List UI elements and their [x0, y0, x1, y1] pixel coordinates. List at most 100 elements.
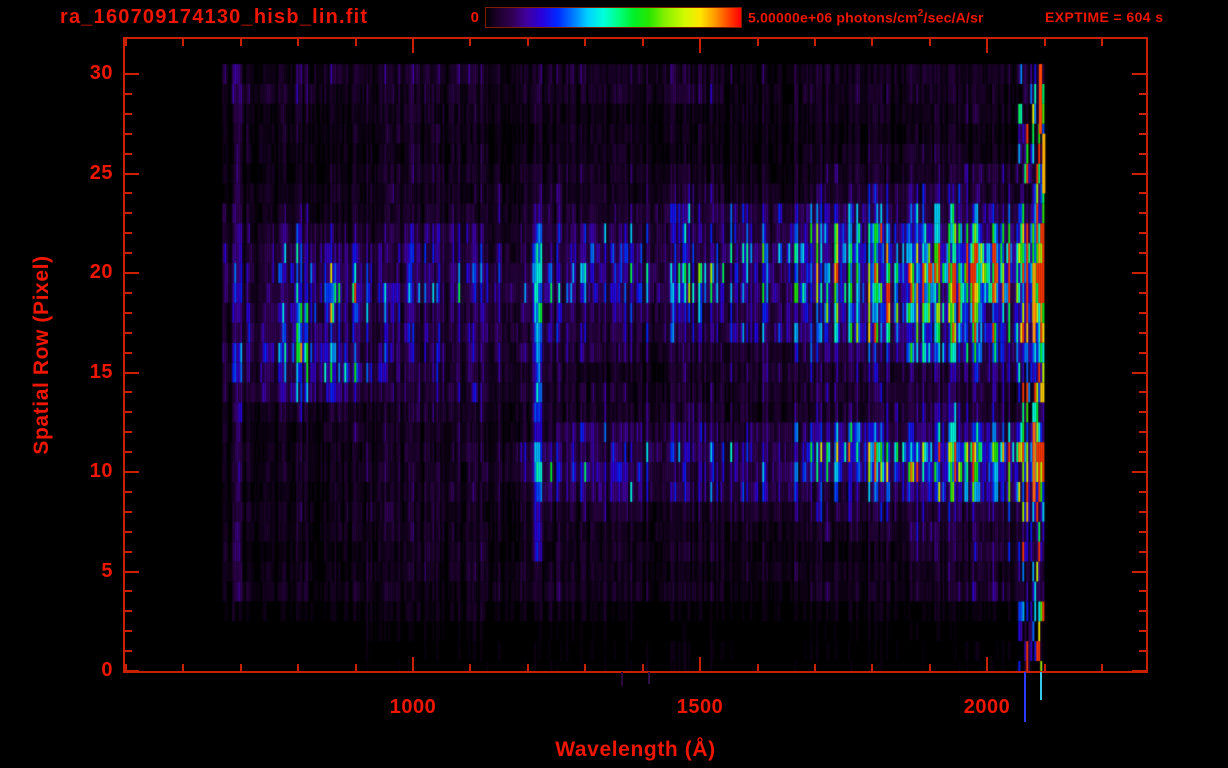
x-axis-tick-top	[469, 39, 471, 46]
x-axis-tick-top	[1044, 39, 1046, 46]
y-axis-tick-left	[125, 113, 132, 115]
y-axis-tick-right	[1132, 173, 1146, 175]
y-axis-tick-left	[125, 630, 132, 632]
y-axis-tick-left	[125, 451, 132, 453]
y-axis-tick-right	[1139, 232, 1146, 234]
y-axis-tick-left	[125, 431, 132, 433]
y-axis-tick-right	[1139, 133, 1146, 135]
x-axis-tick-label: 1500	[676, 696, 724, 718]
y-axis-tick-right	[1139, 610, 1146, 612]
y-axis-tick-left	[125, 73, 139, 75]
overplot-line	[648, 672, 650, 684]
y-axis-tick-right	[1132, 670, 1146, 672]
x-axis-tick-bottom	[182, 664, 184, 671]
y-axis-tick-left	[125, 153, 132, 155]
y-axis-tick-left	[125, 590, 132, 592]
overplot-line	[1024, 672, 1026, 722]
plot-frame-right	[1146, 37, 1148, 673]
x-axis-tick-bottom	[871, 664, 873, 671]
y-axis-tick-left	[125, 332, 132, 334]
x-axis-tick-top	[412, 39, 414, 53]
x-axis-tick-bottom	[1101, 664, 1103, 671]
y-axis-tick-right	[1139, 113, 1146, 115]
x-axis-tick-label: 1000	[389, 696, 437, 718]
y-axis-tick-left	[125, 531, 132, 533]
y-axis-tick-right	[1139, 531, 1146, 533]
x-axis-tick-bottom	[297, 664, 299, 671]
x-axis-tick-top	[814, 39, 816, 46]
y-axis-tick-left	[125, 232, 132, 234]
y-axis-tick-label: 10	[89, 460, 113, 482]
x-axis-tick-bottom	[412, 657, 414, 671]
x-axis-tick-top	[125, 39, 127, 46]
x-axis-title: Wavelength (Å)	[555, 738, 716, 761]
x-axis-tick-bottom	[1044, 664, 1046, 671]
overplot-line	[1040, 672, 1042, 700]
x-axis-tick-bottom	[355, 664, 357, 671]
y-axis-tick-left	[125, 133, 132, 135]
y-axis-tick-left	[125, 670, 139, 672]
y-axis-tick-right	[1139, 153, 1146, 155]
y-axis-tick-left	[125, 173, 139, 175]
x-axis-tick-top	[182, 39, 184, 46]
colorbar-min-label: 0	[470, 9, 479, 26]
y-axis-tick-right	[1132, 471, 1146, 473]
y-axis-tick-left	[125, 292, 132, 294]
x-axis-tick-top	[355, 39, 357, 46]
x-axis-tick-top	[871, 39, 873, 46]
y-axis-tick-right	[1139, 511, 1146, 513]
x-axis-tick-top	[527, 39, 529, 46]
x-axis-tick-bottom	[814, 664, 816, 671]
fits-filename-title: ra_160709174130_hisb_lin.fit	[60, 6, 369, 28]
x-axis-tick-label: 2000	[963, 696, 1011, 718]
y-axis-tick-right	[1139, 491, 1146, 493]
x-axis-tick-bottom	[757, 664, 759, 671]
y-axis-tick-left	[125, 650, 132, 652]
y-axis-tick-left	[125, 192, 132, 194]
y-axis-tick-right	[1139, 93, 1146, 95]
y-axis-tick-left	[125, 610, 132, 612]
x-axis-tick-bottom	[469, 664, 471, 671]
y-axis-tick-right	[1139, 411, 1146, 413]
x-axis-tick-top	[1101, 39, 1103, 46]
x-axis-tick-bottom	[986, 657, 988, 671]
colorbar-max-value: 5.00000e+06	[748, 9, 833, 26]
y-axis-tick-right	[1139, 292, 1146, 294]
y-axis-tick-left	[125, 471, 139, 473]
x-axis-tick-bottom	[929, 664, 931, 671]
y-axis-tick-label: 0	[101, 659, 113, 681]
y-axis-tick-right	[1139, 391, 1146, 393]
y-axis-tick-left	[125, 571, 139, 573]
x-axis-tick-bottom	[642, 664, 644, 671]
y-axis-tick-right	[1139, 332, 1146, 334]
y-axis-tick-right	[1132, 571, 1146, 573]
plot-frame-bottom	[123, 671, 1148, 673]
x-axis-tick-top	[986, 39, 988, 53]
colorbar-units-prefix: photons/cm	[832, 9, 918, 26]
y-axis-tick-left	[125, 252, 132, 254]
y-axis-tick-right	[1139, 431, 1146, 433]
y-axis-tick-left	[125, 551, 132, 553]
spectrogram-heatmap	[125, 39, 1146, 672]
colorbar-gradient	[485, 7, 742, 28]
y-axis-tick-left	[125, 312, 132, 314]
y-axis-tick-right	[1139, 192, 1146, 194]
y-axis-tick-label: 5	[101, 560, 113, 582]
y-axis-tick-right	[1139, 312, 1146, 314]
x-axis-tick-top	[240, 39, 242, 46]
y-axis-title: Spatial Row (Pixel)	[30, 255, 53, 455]
x-axis-tick-bottom	[584, 664, 586, 671]
y-axis-tick-right	[1132, 73, 1146, 75]
y-axis-tick-left	[125, 411, 132, 413]
x-axis-tick-top	[699, 39, 701, 53]
spectrogram-viewer: ra_160709174130_hisb_lin.fit 0 5.00000e+…	[0, 0, 1228, 768]
colorbar-max-label: 5.00000e+06 photons/cm2/sec/A/sr	[748, 8, 984, 26]
y-axis-tick-right	[1139, 212, 1146, 214]
x-axis-tick-bottom	[527, 664, 529, 671]
y-axis-tick-right	[1139, 551, 1146, 553]
y-axis-tick-left	[125, 212, 132, 214]
y-axis-tick-left	[125, 491, 132, 493]
colorbar-units-superscript: 2	[917, 8, 924, 19]
y-axis-tick-right	[1139, 252, 1146, 254]
y-axis-tick-left	[125, 391, 132, 393]
